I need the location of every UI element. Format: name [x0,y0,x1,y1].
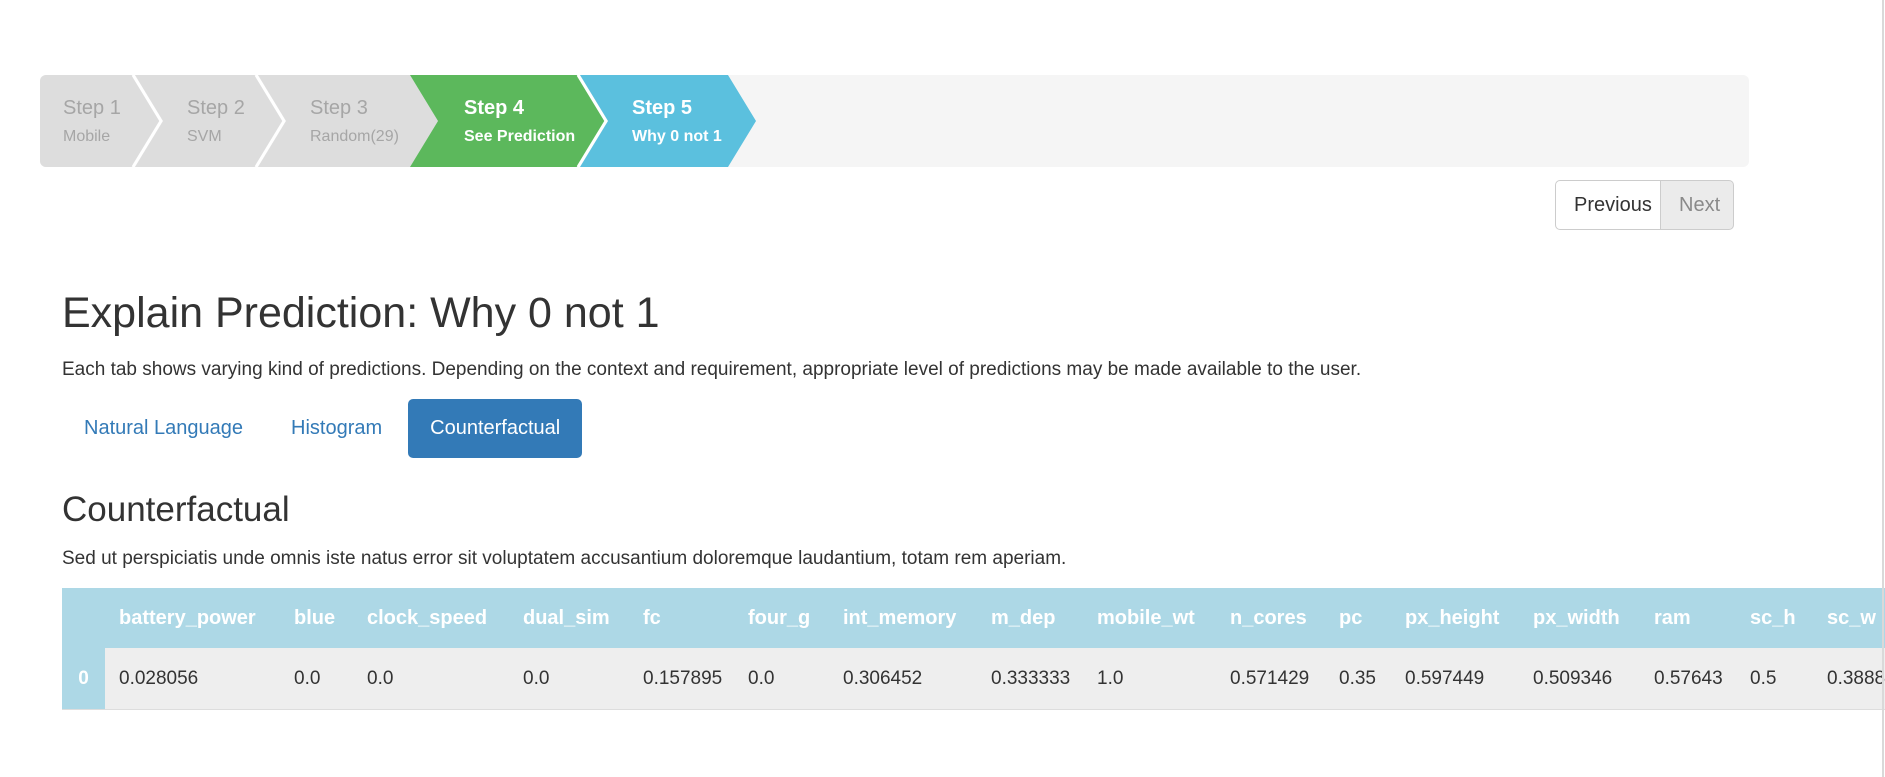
wizard-step-4[interactable]: Step 4 See Prediction [464,75,575,167]
step-subtitle: SVM [187,128,222,145]
column-header: px_height [1391,588,1519,648]
table-cell: 0.0 [509,648,629,710]
table-cell: 0.306452 [829,648,977,710]
tab-natural-language[interactable]: Natural Language [62,399,265,458]
tab-histogram[interactable]: Histogram [269,399,404,458]
table-cell: 0.597449 [1391,648,1519,710]
column-header: mobile_wt [1083,588,1216,648]
step-title: Step 3 [310,97,368,119]
section-title: Counterfactual [62,490,290,529]
table-cell: 0.157895 [629,648,734,710]
table-cell: 0.571429 [1216,648,1325,710]
scrollbar-edge [1882,0,1884,777]
step-subtitle: Mobile [63,128,111,145]
counterfactual-table: battery_power blue clock_speed dual_sim … [62,588,1885,710]
column-header: blue [280,588,353,648]
step-title: Step 4 [464,97,525,119]
wizard-step-2[interactable]: Step 2 SVM [187,75,245,167]
wizard-steps: Step 1 Mobile Step 2 SVM Step 3 Random(2… [40,75,1749,167]
column-header: ram [1640,588,1736,648]
step-subtitle: Random(29) [310,128,399,145]
table-cell: 0.028056 [105,648,280,710]
index-column-header [62,588,105,648]
explanation-tabs: Natural Language Histogram Counterfactua… [62,399,586,458]
table-header-row: battery_power blue clock_speed dual_sim … [62,588,1885,648]
table-cell: 0.5 [1736,648,1813,710]
column-header: px_width [1519,588,1640,648]
row-index: 0 [62,648,105,710]
page: Step 1 Mobile Step 2 SVM Step 3 Random(2… [0,0,1885,777]
table-row: 0 0.028056 0.0 0.0 0.0 0.157895 0.0 0.30… [62,648,1885,710]
table-cell: 0.35 [1325,648,1391,710]
table-cell: 1.0 [1083,648,1216,710]
wizard-step-shapes [40,75,756,167]
table-cell: 0.0 [280,648,353,710]
step-subtitle: Why 0 not 1 [632,128,722,145]
column-header: four_g [734,588,829,648]
page-title: Explain Prediction: Why 0 not 1 [62,289,660,337]
section-description: Sed ut perspiciatis unde omnis iste natu… [62,548,1067,569]
column-header: dual_sim [509,588,629,648]
column-header: n_cores [1216,588,1325,648]
table-cell: 0.509346 [1519,648,1640,710]
step-title: Step 2 [187,97,245,119]
step-title: Step 5 [632,97,693,119]
counterfactual-table-container[interactable]: battery_power blue clock_speed dual_sim … [62,588,1885,710]
next-button[interactable]: Next [1661,180,1734,230]
column-header: fc [629,588,734,648]
column-header: pc [1325,588,1391,648]
step-subtitle: See Prediction [464,128,576,145]
table-cell: 0.333333 [977,648,1083,710]
table-cell: 0.0 [734,648,829,710]
previous-button[interactable]: Previous [1555,180,1661,230]
step-title: Step 1 [63,97,121,119]
column-header: clock_speed [353,588,509,648]
column-header: sc_h [1736,588,1813,648]
wizard-step-1[interactable]: Step 1 Mobile [63,75,121,167]
column-header: int_memory [829,588,977,648]
pager: Previous Next [1555,180,1734,230]
wizard-step-5[interactable]: Step 5 Why 0 not 1 [632,75,722,167]
column-header: battery_power [105,588,280,648]
table-cell: 0.57643 [1640,648,1736,710]
table-cell: 0.3888 [1813,648,1885,710]
column-header: sc_w [1813,588,1885,648]
table-cell: 0.0 [353,648,509,710]
column-header: m_dep [977,588,1083,648]
page-description: Each tab shows varying kind of predictio… [62,359,1362,380]
tab-counterfactual[interactable]: Counterfactual [408,399,583,458]
wizard-step-3[interactable]: Step 3 Random(29) [310,75,399,167]
